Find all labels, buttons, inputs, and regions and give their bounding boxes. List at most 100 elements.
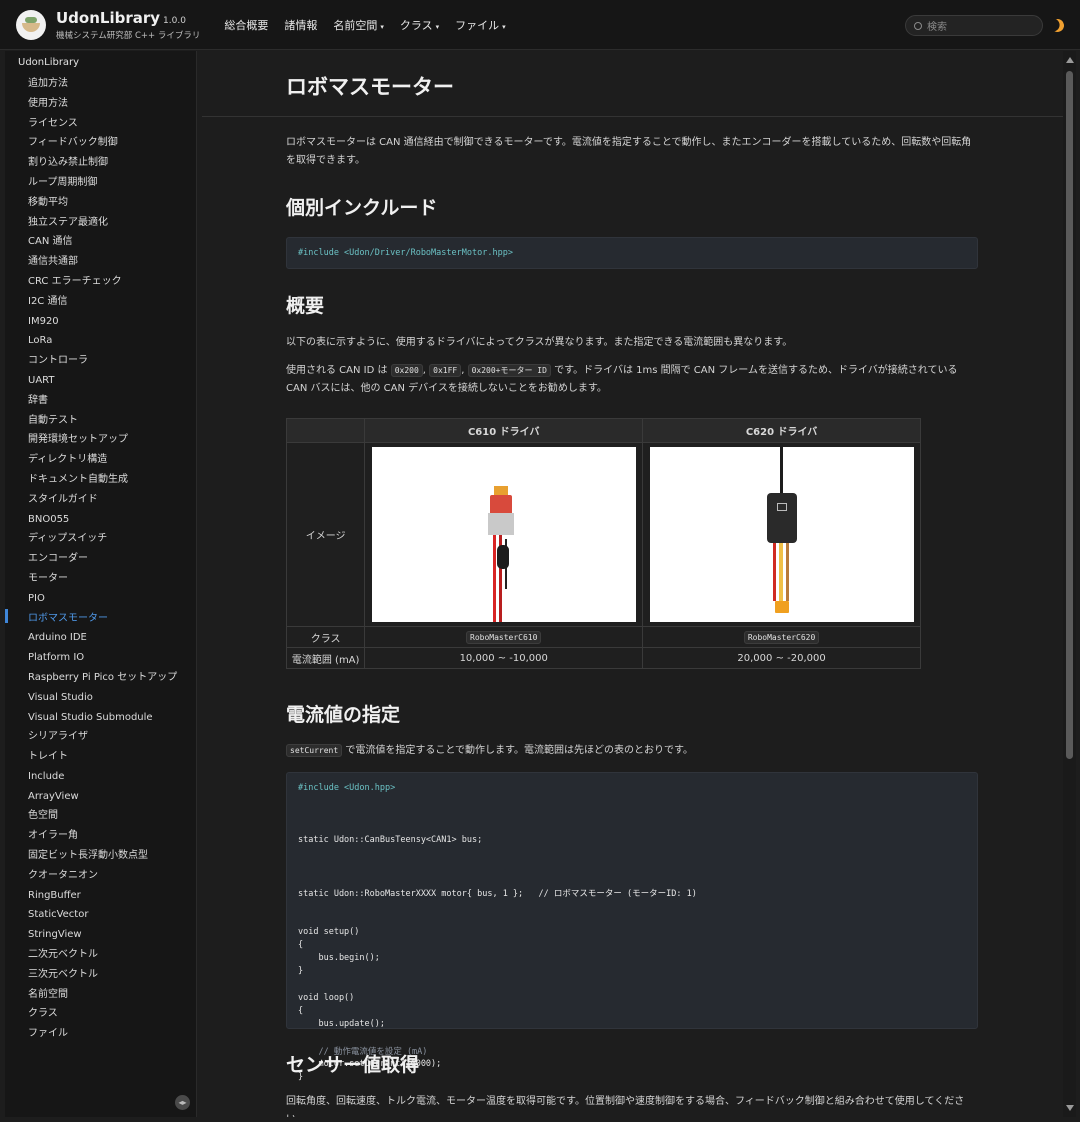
sidebar-item[interactable]: RingBuffer	[28, 886, 177, 906]
sidebar-item[interactable]: BNO055	[28, 510, 177, 530]
nav-namespaces-label: 名前空間	[333, 18, 378, 32]
sidebar-root[interactable]: UdonLibrary	[18, 57, 79, 68]
brand[interactable]: UdonLibrary 1.0.0 機械システム研究部 C++ ライブラリ	[56, 9, 200, 41]
sidebar-item[interactable]: クオータニオン	[28, 866, 177, 886]
sidebar-item[interactable]: 自動テスト	[28, 411, 177, 431]
sidebar-item[interactable]: トレイト	[28, 747, 177, 767]
sidebar-item[interactable]: 開発環境セットアップ	[28, 430, 177, 450]
brand-name: UdonLibrary	[56, 8, 161, 27]
code-line: bus.update();	[298, 1019, 385, 1029]
page-scrollbar[interactable]	[1063, 51, 1076, 1117]
driver-table: C610 ドライバ C620 ドライバ イメージ クラス RoboMasterC…	[285, 418, 921, 669]
sidebar-item[interactable]: IM920	[28, 312, 177, 332]
sidebar-item[interactable]: ライセンス	[28, 114, 177, 134]
sidebar-item[interactable]: ループ周期制御	[28, 173, 177, 193]
sidebar-active-marker	[5, 609, 8, 623]
sidebar-item[interactable]: ロボマスモーター	[28, 609, 177, 629]
nav-classes[interactable]: クラス ▾	[400, 17, 439, 33]
sidebar-item[interactable]: ドキュメント自動生成	[28, 470, 177, 490]
can-id-code: 0x1FF	[429, 364, 462, 377]
range-label: 電流範囲 (mA)	[285, 647, 366, 669]
sidebar-item[interactable]: StringView	[28, 925, 177, 945]
current-text-body: で電流値を指定することで動作します。電流範囲は先ほどの表のとおりです。	[345, 745, 694, 756]
scroll-up-icon[interactable]	[1066, 57, 1074, 63]
sidebar-item[interactable]: 通信共通部	[28, 252, 177, 272]
sidebar-item[interactable]: Visual Studio	[28, 688, 177, 708]
code-line: {	[298, 1006, 304, 1016]
page-title: ロボマスモーター	[286, 75, 454, 99]
search-icon	[914, 21, 922, 30]
sidebar-item[interactable]: シリアライザ	[28, 727, 177, 747]
sidebar-item[interactable]: オイラー角	[28, 826, 177, 846]
sidebar-item[interactable]: 色空間	[28, 806, 177, 826]
sidebar-item[interactable]: 辞書	[28, 391, 177, 411]
heading-sensor: センサー値取得	[286, 1054, 420, 1076]
sidebar-item[interactable]: Include	[28, 767, 177, 787]
sidebar-item[interactable]: エンコーダー	[28, 549, 177, 569]
sidebar-item[interactable]: PIO	[28, 589, 177, 609]
sidebar-item[interactable]: Raspberry Pi Pico セットアップ	[28, 668, 177, 688]
sidebar-item[interactable]: ディレクトリ構造	[28, 450, 177, 470]
heading-include: 個別インクルード	[286, 197, 438, 219]
logo-icon[interactable]	[16, 9, 46, 40]
sidebar-item[interactable]: コントローラ	[28, 351, 177, 371]
sidebar-item[interactable]: モーター	[28, 569, 177, 589]
table-row: イメージ	[285, 442, 921, 627]
sidebar-item[interactable]: Platform IO	[28, 648, 177, 668]
c620-image-cell	[642, 442, 921, 627]
setcurrent-code: setCurrent	[286, 744, 343, 757]
sidebar-item[interactable]: CAN 通信	[28, 232, 177, 252]
main-nav: 総合概要 諸情報 名前空間 ▾ クラス ▾ ファイル ▾	[224, 17, 505, 33]
dark-mode-toggle-icon[interactable]	[1049, 17, 1066, 34]
c620-cable	[779, 447, 783, 495]
sidebar-item[interactable]: I2C 通信	[28, 292, 177, 312]
title-divider	[202, 116, 1063, 117]
sidebar-item[interactable]: スタイルガイド	[28, 490, 177, 510]
sidebar-item[interactable]: ディップスイッチ	[28, 529, 177, 549]
scroll-thumb[interactable]	[1066, 71, 1073, 759]
sidebar-toggle-button[interactable]: ◂▸	[175, 1095, 190, 1110]
code-line: }	[298, 966, 304, 976]
c620-class-code: RoboMasterC620	[743, 630, 820, 644]
c620-body	[766, 493, 797, 543]
sidebar-item[interactable]: 使用方法	[28, 94, 177, 114]
nav-files[interactable]: ファイル ▾	[455, 17, 506, 33]
code-line: static Udon::CanBusTeensy<CAN1> bus;	[298, 835, 483, 845]
sidebar-item[interactable]: 二次元ベクトル	[28, 945, 177, 965]
nav-namespaces[interactable]: 名前空間 ▾	[333, 17, 384, 33]
caret-down-icon: ▾	[502, 22, 506, 31]
sidebar-item[interactable]: CRC エラーチェック	[28, 272, 177, 292]
sidebar-item[interactable]: UART	[28, 371, 177, 391]
example-code-block: #include <Udon.hpp> static Udon::CanBusTe…	[286, 772, 978, 1082]
include-code-block: #include <Udon/Driver/RoboMasterMotor.hp…	[286, 237, 978, 269]
sidebar-item[interactable]: StaticVector	[28, 905, 177, 925]
sidebar-item[interactable]: LoRa	[28, 331, 177, 351]
nav-overview[interactable]: 総合概要	[224, 17, 268, 33]
c620-plug	[774, 601, 789, 613]
sidebar-item[interactable]: 移動平均	[28, 193, 177, 213]
sidebar-item[interactable]: フィードバック制御	[28, 133, 177, 153]
sidebar-item[interactable]: Visual Studio Submodule	[28, 708, 177, 728]
brand-title: UdonLibrary 1.0.0	[56, 9, 200, 27]
sidebar-item[interactable]: 三次元ベクトル	[28, 965, 177, 985]
image-label: イメージ	[285, 442, 366, 627]
current-text: setCurrent で電流値を指定することで動作します。電流範囲は先ほどの表の…	[286, 742, 978, 760]
code-line: void setup()	[298, 927, 360, 937]
sidebar-item[interactable]: 割り込み禁止制御	[28, 153, 177, 173]
sidebar-item[interactable]: 追加方法	[28, 74, 177, 94]
sidebar-item[interactable]: クラス	[28, 1004, 177, 1024]
sidebar-item[interactable]: 名前空間	[28, 985, 177, 1005]
search-input[interactable]: 検索	[905, 15, 1043, 36]
brand-subtitle: 機械システム研究部 C++ ライブラリ	[56, 30, 201, 41]
sidebar-item[interactable]: 固定ビット長浮動小数点型	[28, 846, 177, 866]
sidebar-item[interactable]: ArrayView	[28, 787, 177, 807]
sensor-text: 回転角度、回転速度、トルク電流、モーター温度を取得可能です。位置制御や速度制御を…	[286, 1096, 965, 1117]
sidebar-item[interactable]: Arduino IDE	[28, 628, 177, 648]
sidebar: UdonLibrary 追加方法 使用方法 ライセンス フィードバック制御 割り込み禁止…	[5, 51, 197, 1117]
sidebar-item[interactable]: ファイル	[28, 1024, 177, 1044]
include-code-line: #include <Udon/Driver/RoboMasterMotor.hp…	[298, 248, 513, 258]
code-line: bus.begin();	[298, 953, 380, 963]
sidebar-item[interactable]: 独立ステア最適化	[28, 213, 177, 233]
scroll-down-icon[interactable]	[1066, 1105, 1074, 1111]
nav-info[interactable]: 諸情報	[284, 17, 317, 33]
